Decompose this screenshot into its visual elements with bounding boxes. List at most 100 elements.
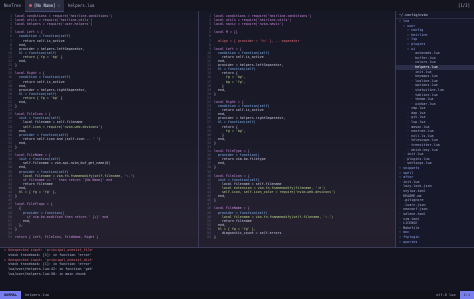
- code-text: self.filename = vim.api.nvim_buf_get_nam…: [15, 161, 111, 166]
- tree-item-label: lsp: [411, 37, 418, 42]
- line-number: 55: [8, 235, 12, 240]
- code-line[interactable]: 55}: [199, 235, 395, 239]
- terminal-text: stack traceback: [C]: in function 'error…: [4, 252, 92, 257]
- tree-item-label: user: [407, 23, 416, 28]
- file-tree: ~/.config/nvim ▾ lua ▾ user ▾ config ▾ heir…: [396, 11, 474, 247]
- tree-item-label: doc: [403, 230, 410, 235]
- tab-counter: [1/3]: [457, 3, 470, 8]
- code-text: }: [15, 104, 17, 109]
- tree-item-label: stylua.toml: [403, 188, 426, 193]
- terminal-text: stack traceback: [C]: in function 'error…: [4, 262, 92, 267]
- tree-item-label: ftplugin: [403, 234, 420, 239]
- tree-item-label: null-ls.lua: [411, 133, 434, 138]
- code-line[interactable]: 55 return { Left, FileIcon, FileName, Rig…: [0, 235, 198, 239]
- tab-label: helpers.lua: [67, 3, 95, 8]
- file-tree-header: ~/.config/nvim: [396, 11, 474, 19]
- code-text: local M = {}: [214, 30, 238, 35]
- tree-item-label: queries: [403, 239, 418, 244]
- tree-item-label: mason.lua: [411, 124, 430, 129]
- tree-item-label: spell: [403, 170, 414, 175]
- tab-helpers[interactable]: helpers.lua: [64, 0, 99, 11]
- tree-item-label: Makefile: [403, 225, 420, 230]
- tree-item-label: keymaps.lua: [415, 74, 438, 79]
- tree-item-label: neotree.lua: [411, 129, 434, 134]
- code-text: local helpers = require('user.helpers'): [15, 22, 93, 27]
- tree-item-label: telescope.lua: [411, 138, 438, 143]
- tree-item-label: helpers.lua: [415, 64, 438, 69]
- tree-item-label: .gitignore: [403, 198, 424, 203]
- code-text: }: [214, 91, 216, 96]
- statusline: NORMAL helpers.lua utf-8 lua 1:1: [0, 291, 474, 299]
- line-number: 55: [207, 235, 211, 240]
- code-text: hl = { fg = 'fg' },: [15, 190, 57, 195]
- tree-item-label: plugins.lua: [407, 156, 430, 161]
- tree-item-label: statusline.lua: [415, 87, 444, 92]
- cursor-position: 1:1: [459, 291, 474, 299]
- code-text: diagnostic_count = self.errors: [214, 230, 282, 235]
- tree-item-label: theme.lua: [415, 97, 434, 102]
- tab-label: NeoTree: [4, 3, 21, 8]
- tree-item-label: dap.lua: [411, 110, 426, 115]
- code-text: self.icon, self.icon_color = require('nv…: [214, 190, 336, 195]
- terminal-text: > Unexpected input: 'principal_unexist_d…: [4, 257, 94, 262]
- tree-item-label: tabline.lua: [415, 92, 438, 97]
- code-text: local navic = require('nvim-navic'): [214, 22, 284, 27]
- tree-item-label: neoconf.json: [403, 207, 428, 212]
- terminal-text: > Unexpected input: 'principal_unexist_f…: [4, 248, 94, 252]
- tree-item-label: which-key.lua: [411, 147, 438, 152]
- tree-item-label: treesitter.lua: [411, 143, 440, 148]
- tree-item-label: autocmds.lua: [415, 51, 440, 56]
- code-text: return self.icon and (self.icon .. ' '): [15, 136, 101, 141]
- tab-active[interactable]: [No Name] ×: [24, 0, 64, 12]
- code-text: }: [15, 63, 17, 68]
- tree-item-label: init.lua: [415, 69, 432, 74]
- editor-pane-right[interactable]: 1 local conditions = require('heirline.co…: [199, 11, 395, 247]
- tree-item-label: init.lua: [407, 152, 424, 157]
- tree-item-label: lualine.lua: [415, 78, 438, 83]
- tree-item-label: git.lua: [411, 115, 426, 120]
- tree-item-label: config: [411, 28, 424, 33]
- tree-item-label: after: [403, 175, 414, 180]
- tree-item-label: ui: [411, 46, 416, 51]
- modified-dot-icon: [28, 3, 32, 7]
- tree-item-label: plugins: [411, 41, 426, 46]
- tree-item-label: settings.lua: [407, 161, 432, 166]
- terminal-panel[interactable]: > Unexpected input: 'principal_unexist_f…: [0, 247, 474, 291]
- tree-item-label: init.lua: [403, 179, 420, 184]
- tree-item-label: lua: [403, 19, 410, 23]
- code-text: }: [214, 165, 216, 170]
- tree-item-label: snippets: [403, 166, 420, 170]
- code-text: }: [15, 145, 17, 149]
- tree-item-label: cmp.lua: [411, 106, 426, 111]
- code-text: }: [214, 235, 216, 240]
- tree-item-label: selene.toml: [403, 211, 426, 216]
- tree-item-label: .luarc.json: [403, 202, 426, 207]
- terminal-text: lua/user/helpers.lua:58: in main chunk: [4, 271, 86, 276]
- status-file: helpers.lua: [24, 293, 49, 297]
- tree-folder[interactable]: ▾ queries: [396, 240, 474, 245]
- tabbar: NeoTree [No Name] × helpers.lua [1/3]: [0, 0, 474, 12]
- tree-item-label: lazy-lock.json: [403, 184, 432, 189]
- code-text: align = { provider = '%=' }, -- separato…: [214, 38, 300, 43]
- tree-item-label: options.lua: [415, 83, 438, 88]
- tree-item-label: LICENSE: [403, 221, 418, 226]
- tree-item-label: README.md: [403, 193, 422, 198]
- close-icon[interactable]: ×: [58, 3, 60, 8]
- terminal-text: lua/user/helpers.lua:42: in function 'ge…: [4, 267, 94, 272]
- code-text: }: [214, 198, 216, 203]
- code-text: }: [15, 194, 17, 199]
- mode-indicator: NORMAL: [0, 291, 21, 299]
- code-text: self.icon = require('nvim-web-devicons'): [15, 124, 103, 129]
- tree-item-label: vim.toml: [403, 216, 420, 221]
- code-text: }: [15, 226, 17, 231]
- tree-item-label: lsp.lua: [411, 120, 426, 125]
- code-text: return { Left, FileIcon, FileName, Right…: [15, 235, 99, 240]
- editor-pane-left[interactable]: 1 local conditions = require('heirline.co…: [0, 11, 198, 247]
- tab-label: [No Name]: [33, 2, 56, 8]
- code-text: }: [214, 140, 216, 145]
- tree-item-label: colors.lua: [415, 60, 436, 65]
- status-encoding: utf-8 lua: [436, 293, 456, 297]
- tree-item-label: winbar.lua: [415, 101, 436, 106]
- tab-neotree[interactable]: NeoTree: [0, 0, 25, 11]
